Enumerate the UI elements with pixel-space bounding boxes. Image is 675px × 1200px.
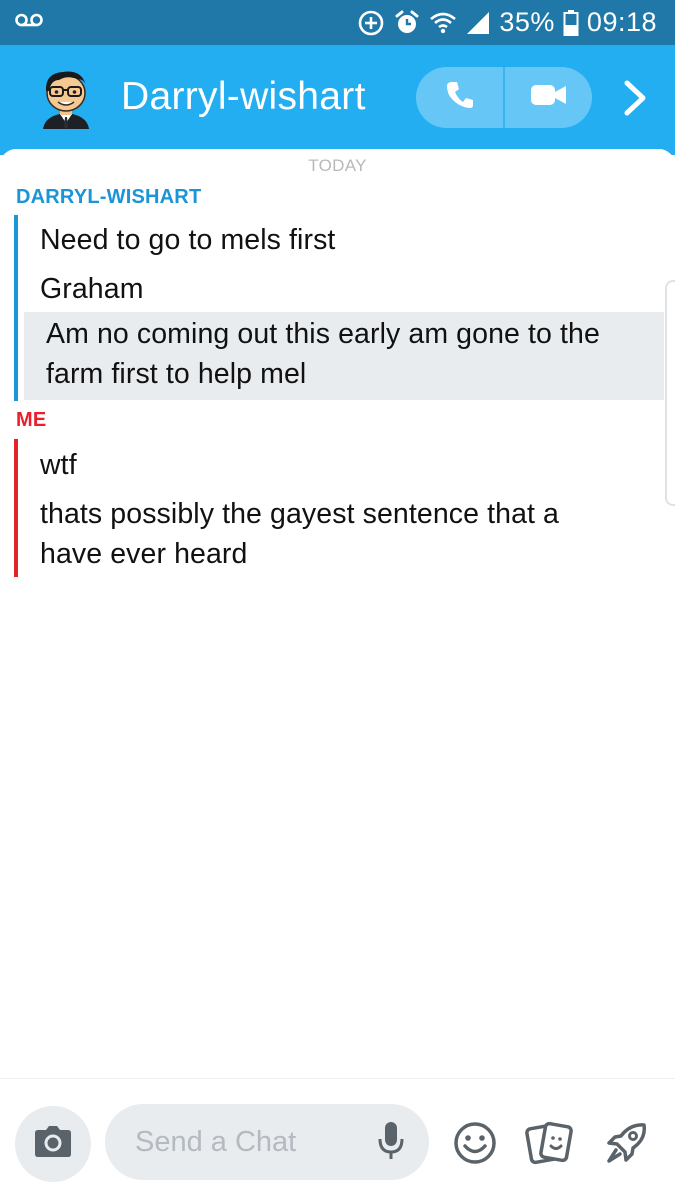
rocket-icon [604, 1120, 650, 1171]
message-group-them: Need to go to mels first Graham Am no co… [14, 215, 664, 401]
message-text[interactable]: Graham [40, 269, 675, 309]
video-camera-icon [530, 82, 568, 113]
emoji-button[interactable] [450, 1120, 500, 1170]
contact-name[interactable]: Darryl-wishart [121, 75, 366, 119]
call-buttons [416, 67, 592, 128]
day-separator: TODAY [308, 156, 367, 175]
stickers-icon [525, 1121, 573, 1170]
message-group-me: wtf thats possibly the gayest sentence t… [14, 439, 661, 577]
battery-percent: 35% [499, 7, 555, 37]
battery-icon [563, 9, 579, 37]
sender-name-me: ME [16, 409, 47, 431]
smiley-icon [453, 1121, 497, 1170]
video-call-button[interactable] [505, 67, 592, 128]
data-saver-icon [357, 9, 385, 37]
camera-icon [34, 1125, 72, 1163]
scroll-handle[interactable] [665, 280, 675, 506]
call-divider [503, 67, 505, 128]
chat-header: Darryl-wishart [0, 45, 675, 155]
status-bar: 35% 09:18 [0, 0, 675, 45]
chat-screen: 35% 09:18 Darryl-wishart TODAY DARRYL-WI… [0, 0, 675, 1200]
alarm-icon [393, 9, 421, 37]
message-text[interactable]: wtf [40, 445, 675, 485]
message-text[interactable]: thats possibly the gayest sentence that … [40, 494, 620, 574]
signal-icon [465, 10, 491, 36]
stickers-button[interactable] [524, 1120, 574, 1170]
voicemail-icon [14, 12, 44, 33]
conversation-panel[interactable]: TODAY DARRYL-WISHART Need to go to mels … [0, 149, 675, 1200]
microphone-icon [378, 1121, 404, 1166]
message-text[interactable]: Need to go to mels first [40, 220, 675, 260]
message-text-highlighted[interactable]: Am no coming out this early am gone to t… [24, 312, 664, 400]
microphone-button[interactable] [374, 1121, 408, 1166]
games-button[interactable] [602, 1120, 652, 1170]
phone-icon [444, 79, 476, 116]
wifi-icon [429, 10, 457, 36]
voice-call-button[interactable] [416, 67, 503, 128]
composer-bar [0, 1078, 675, 1200]
camera-button[interactable] [15, 1106, 91, 1182]
sender-name-them: DARRYL-WISHART [16, 186, 202, 208]
bitmoji-avatar[interactable] [37, 65, 95, 129]
chevron-right-icon[interactable] [618, 78, 652, 118]
clock: 09:18 [586, 7, 657, 37]
